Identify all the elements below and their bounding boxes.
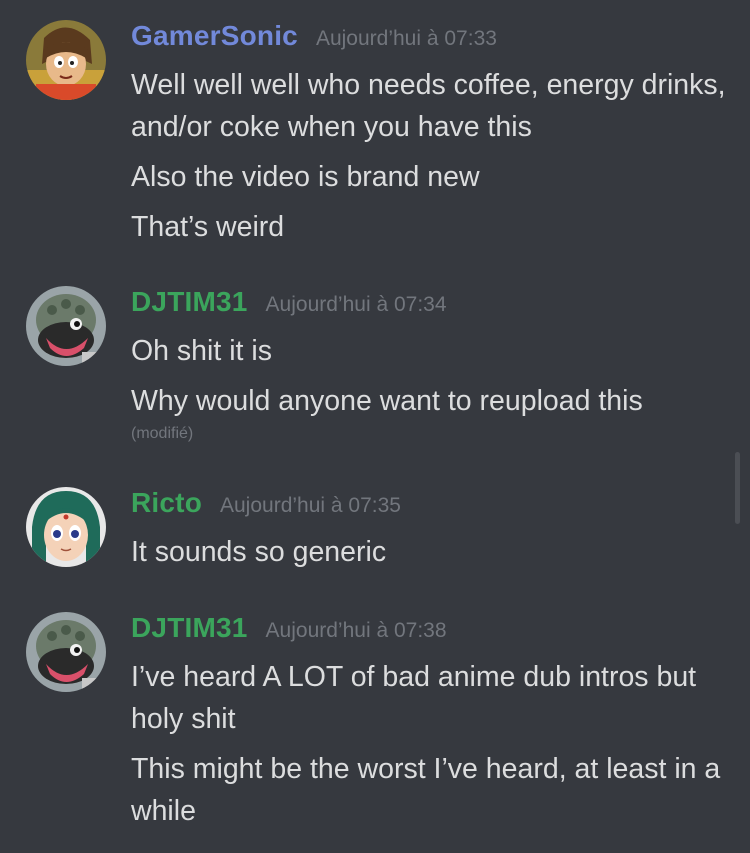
message-header: GamerSonic Aujourd’hui à 07:33 <box>131 20 497 60</box>
chat-messages: GamerSonic Aujourd’hui à 07:33 Well well… <box>0 0 750 853</box>
message-list: I’ve heard A LOT of bad anime dub intros… <box>131 656 731 840</box>
message-text: Why would anyone want to reupload this <box>131 385 643 417</box>
message-list: Oh shit it is Why would anyone want to r… <box>131 330 731 444</box>
scrollbar-thumb[interactable] <box>735 452 740 524</box>
timestamp: Aujourd’hui à 07:34 <box>265 293 447 316</box>
message-text: It sounds so generic <box>131 536 387 568</box>
username[interactable]: DJTIM31 <box>131 286 248 318</box>
message-group: DJTIM31 Aujourd’hui à 07:34 Oh shit it i… <box>0 286 740 446</box>
message-text: I’ve heard A LOT of bad anime dub intros… <box>131 661 697 735</box>
message-text: Oh shit it is <box>131 335 272 367</box>
message-group: Ricto Aujourd’hui à 07:35 It sounds so g… <box>0 487 740 577</box>
message-header: DJTIM31 Aujourd’hui à 07:38 <box>131 612 447 652</box>
message-header: Ricto Aujourd’hui à 07:35 <box>131 487 401 527</box>
message-group: GamerSonic Aujourd’hui à 07:33 Well well… <box>0 20 740 250</box>
message-text: That’s weird <box>131 211 285 243</box>
message-text: Well well well who needs coffee, energy … <box>131 69 726 143</box>
username[interactable]: DJTIM31 <box>131 612 248 644</box>
timestamp: Aujourd’hui à 07:33 <box>315 27 497 50</box>
gamersonic-avatar[interactable] <box>26 20 106 100</box>
message-list: It sounds so generic <box>131 531 731 581</box>
username[interactable]: GamerSonic <box>131 20 298 52</box>
timestamp: Aujourd’hui à 07:38 <box>265 619 447 642</box>
message-text: Also the video is brand new <box>131 161 480 193</box>
edited-label: (modifié) <box>131 425 194 442</box>
username[interactable]: Ricto <box>131 487 202 519</box>
djtim31-avatar[interactable] <box>26 286 106 366</box>
message-list: Well well well who needs coffee, energy … <box>131 64 731 256</box>
djtim31-avatar[interactable] <box>26 612 106 692</box>
message-text: This might be the worst I’ve heard, at l… <box>131 753 721 827</box>
ricto-avatar[interactable] <box>26 487 106 567</box>
timestamp: Aujourd’hui à 07:35 <box>220 494 401 517</box>
message-group: DJTIM31 Aujourd’hui à 07:38 I’ve heard A… <box>0 612 740 842</box>
message-header: DJTIM31 Aujourd’hui à 07:34 <box>131 286 447 326</box>
